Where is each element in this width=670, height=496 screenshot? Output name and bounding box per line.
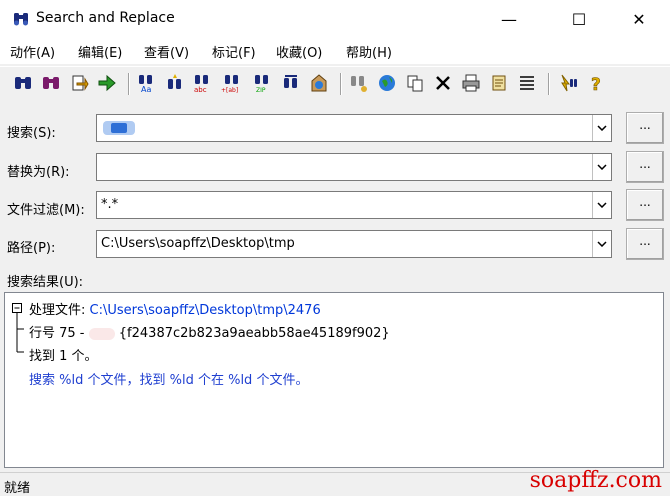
close-button[interactable]: ✕ [616, 0, 662, 38]
menu-action[interactable]: 动作(A) [10, 42, 55, 61]
find-multi-icon[interactable] [40, 71, 62, 95]
results-tree[interactable]: 处理文件: C:\Users\soapffz\Desktop\tmp\2476 … [4, 292, 664, 468]
replace-browse-button[interactable]: ... [626, 151, 664, 183]
search-gray-icon[interactable] [348, 71, 370, 95]
search-abc-icon[interactable]: abc [192, 71, 214, 95]
search-aa-icon[interactable]: Aa [136, 71, 158, 95]
line-prefix: 行号 75 - [29, 326, 85, 341]
result-line-item[interactable]: 行号 75 - {f24387c2b823a9aeabb58ae45189f90… [29, 322, 390, 341]
chevron-down-icon[interactable] [592, 231, 611, 257]
path-combobox[interactable]: C:\Users\soapffz\Desktop\tmp [96, 230, 612, 258]
scroll-icon[interactable] [488, 71, 510, 95]
path-browse-button[interactable]: ... [626, 228, 664, 260]
copy-icon[interactable] [404, 71, 426, 95]
search-zip-icon[interactable]: ZIP [252, 71, 274, 95]
maximize-button[interactable]: ☐ [556, 0, 602, 38]
replace-label: 替换为(R): [7, 165, 70, 180]
globe-icon[interactable] [376, 71, 398, 95]
processing-line[interactable]: 处理文件: C:\Users\soapffz\Desktop\tmp\2476 [29, 299, 321, 318]
redacted-search-text [103, 121, 135, 135]
window-title: Search and Replace [36, 10, 175, 26]
filter-value: *.* [101, 197, 119, 212]
svg-text:?: ? [591, 75, 601, 93]
help-icon[interactable]: ? [586, 71, 608, 95]
chevron-down-icon[interactable] [592, 115, 611, 141]
find-icon[interactable] [12, 71, 34, 95]
tree-lines [12, 303, 24, 353]
menu-mark[interactable]: 标记(F) [212, 42, 256, 61]
close-icon: ✕ [632, 9, 646, 29]
chevron-down-icon[interactable] [592, 154, 611, 180]
toolbar-separator [340, 73, 342, 95]
goto-icon[interactable] [96, 71, 118, 95]
menu-view[interactable]: 查看(V) [144, 42, 189, 61]
maximize-icon: ☐ [571, 9, 587, 29]
processing-file-link[interactable]: C:\Users\soapffz\Desktop\tmp\2476 [90, 303, 321, 318]
menu-favorites[interactable]: 收藏(O) [276, 42, 322, 61]
toolbar-separator [548, 73, 550, 95]
search-star-icon[interactable] [164, 71, 186, 95]
svg-text:Aa: Aa [141, 85, 151, 93]
search-browse-button[interactable]: ... [626, 112, 664, 144]
search-combobox[interactable] [96, 114, 612, 142]
menu-help[interactable]: 帮助(H) [346, 42, 392, 61]
filter-label: 文件过滤(M): [7, 203, 85, 218]
list-icon[interactable] [516, 71, 538, 95]
advanced-icon[interactable] [558, 71, 580, 95]
line-match-text: {f24387c2b823a9aeabb58ae45189f902} [118, 326, 390, 341]
processing-prefix: 处理文件: [29, 303, 90, 318]
print-icon[interactable] [460, 71, 482, 95]
toolbar-separator [128, 73, 130, 95]
status-text: 就绪 [4, 481, 31, 496]
path-label: 路径(P): [7, 241, 56, 256]
web-icon[interactable] [308, 71, 330, 95]
menu-edit[interactable]: 编辑(E) [78, 42, 122, 61]
svg-text:ZIP: ZIP [256, 87, 266, 93]
filter-browse-button[interactable]: ... [626, 189, 664, 221]
search-label: 搜索(S): [7, 126, 56, 141]
replace-combobox[interactable] [96, 153, 612, 181]
found-line: 找到 1 个。 [29, 349, 98, 364]
path-value: C:\Users\soapffz\Desktop\tmp [101, 236, 295, 251]
search-brackets-icon[interactable]: +[ab] [220, 71, 242, 95]
results-label: 搜索结果(U): [7, 275, 84, 290]
filter-combobox[interactable]: *.* [96, 191, 612, 219]
replace-icon[interactable] [280, 71, 302, 95]
chevron-down-icon[interactable] [592, 192, 611, 218]
redacted-line-text [88, 327, 115, 340]
open-file-icon[interactable] [68, 71, 90, 95]
delete-icon[interactable] [432, 71, 454, 95]
svg-text:+[ab]: +[ab] [221, 87, 238, 93]
watermark: soapffz.com [529, 468, 662, 493]
menu-bar: 动作(A) 编辑(E) 查看(V) 标记(F) 收藏(O) 帮助(H) [0, 38, 670, 64]
toolbar: Aa abc +[ab] ZIP ? [0, 66, 670, 101]
summary-line: 搜索 %ld 个文件，找到 %ld 个在 %ld 个文件。 [29, 373, 309, 388]
minimize-button[interactable]: — [486, 0, 532, 38]
svg-text:abc: abc [194, 86, 207, 93]
binoculars-app-icon [14, 13, 28, 26]
minimize-icon: — [501, 9, 517, 29]
title-bar: Search and Replace — ☐ ✕ [0, 0, 670, 38]
